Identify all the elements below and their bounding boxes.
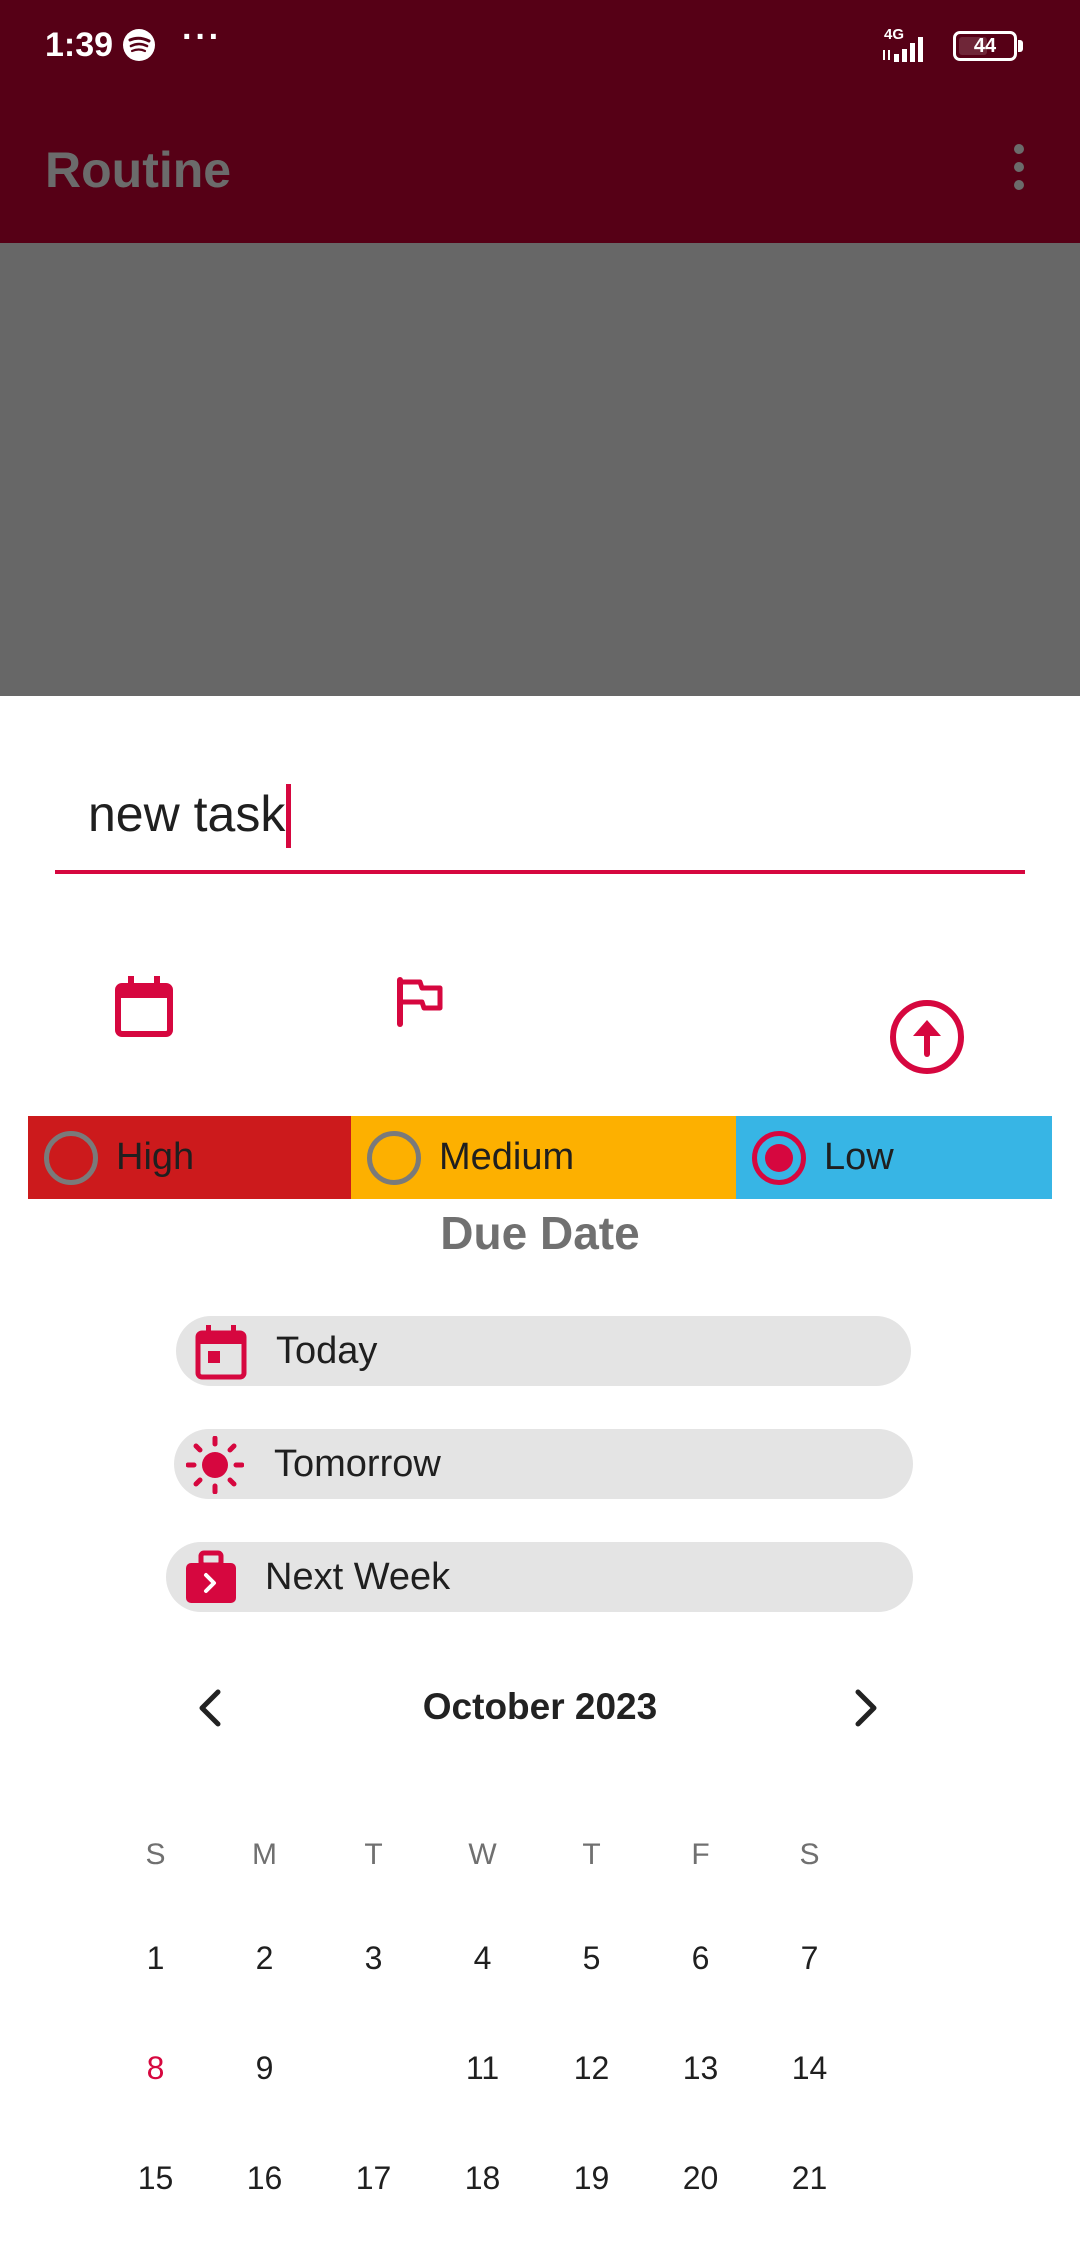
calendar-day-number: 17 (355, 2160, 392, 2196)
calendar-day[interactable]: 15 (101, 2143, 210, 2213)
radio-low[interactable] (752, 1131, 806, 1185)
quick-today-button[interactable]: Today (176, 1316, 911, 1386)
more-vert-icon[interactable] (1006, 139, 1032, 195)
radio-medium[interactable] (367, 1131, 421, 1185)
calendar-day[interactable]: 18 (428, 2143, 537, 2213)
spotify-icon (123, 29, 155, 61)
calendar-day[interactable]: 19 (537, 2143, 646, 2213)
calendar-day[interactable]: 9 (210, 2033, 319, 2103)
weekday-label: S (145, 1838, 166, 1871)
quick-tomorrow-button[interactable]: Tomorrow (174, 1429, 913, 1499)
calendar-day[interactable]: 11 (428, 2033, 537, 2103)
weekday-label: F (691, 1838, 710, 1871)
calendar-weekday-header: S M T W T F S (101, 1838, 863, 1878)
calendar-day-number: 6 (691, 1940, 710, 1976)
status-more-icon: ··· (182, 18, 222, 56)
status-bar: 1:39 ··· 4G 44 (0, 0, 1080, 95)
calendar-today-icon (195, 1325, 247, 1380)
due-date-title: Due Date (440, 1207, 640, 1259)
add-task-sheet: High Medium Low Due Date Today Tomorrow (0, 696, 1080, 2246)
battery-tip (1018, 40, 1023, 52)
app-title: Routine (45, 142, 232, 198)
send-arrow-up-icon[interactable] (888, 998, 966, 1076)
calendar-day[interactable]: 14 (755, 2033, 864, 2103)
calendar-day-number: 15 (137, 2160, 174, 2196)
weekday-label: S (799, 1838, 820, 1871)
calendar-day-number: 19 (573, 2160, 610, 2196)
calendar-day-number: 14 (791, 2050, 828, 2086)
flag-icon[interactable] (390, 972, 450, 1032)
status-time: 1:39 (45, 26, 114, 64)
quick-today-label: Today (276, 1330, 378, 1372)
calendar-day[interactable]: 16 (210, 2143, 319, 2213)
priority-medium-option[interactable]: Medium (351, 1116, 736, 1199)
calendar-day-number: 7 (800, 1940, 819, 1976)
calendar-day-number: 21 (791, 2160, 828, 2196)
text-caret (286, 784, 291, 848)
radio-high[interactable] (44, 1131, 98, 1185)
quick-next-week-button[interactable]: Next Week (166, 1542, 913, 1612)
quick-next-week-label: Next Week (265, 1556, 451, 1598)
priority-low-label: Low (824, 1136, 894, 1178)
calendar-day-number: 16 (246, 2160, 283, 2196)
quick-tomorrow-label: Tomorrow (274, 1443, 441, 1485)
chevron-right-icon[interactable] (846, 1686, 886, 1730)
task-input[interactable] (88, 774, 988, 854)
briefcase-icon (186, 1550, 236, 1603)
calendar-day[interactable]: 12 (537, 2033, 646, 2103)
calendar-day[interactable]: 8 (101, 2033, 210, 2103)
priority-medium-label: Medium (439, 1136, 575, 1178)
calendar-day-number: 2 (255, 1940, 274, 1976)
calendar-day[interactable]: 17 (319, 2143, 428, 2213)
calendar-day-number: 3 (364, 1940, 383, 1976)
calendar-day[interactable]: 3 (319, 1923, 428, 1993)
calendar-day[interactable]: 4 (428, 1923, 537, 1993)
calendar-day-number: 12 (573, 2050, 610, 2086)
calendar-day-number: 13 (682, 2050, 719, 2086)
calendar-day[interactable]: 20 (646, 2143, 755, 2213)
calendar-month-label: October 2023 (422, 1686, 658, 1727)
sun-icon (186, 1436, 244, 1494)
calendar-day[interactable]: 21 (755, 2143, 864, 2213)
calendar-day-number: 20 (682, 2160, 719, 2196)
app-bar: Routine (0, 95, 1080, 243)
calendar-day[interactable]: 5 (537, 1923, 646, 1993)
calendar-day[interactable]: 13 (646, 2033, 755, 2103)
calendar-day-number: 4 (473, 1940, 492, 1976)
calendar-day-number: 11 (465, 2050, 500, 2086)
calendar-day-number: 10 (355, 2050, 392, 2086)
calendar-day-grid: 1 2 3 4 5 6 7 8 9 10 11 12 13 14 15 16 17 18 19 20 21 (101, 1940, 864, 2246)
calendar-icon[interactable] (112, 974, 182, 1044)
input-underline (55, 870, 1025, 874)
calendar-day[interactable]: 6 (646, 1923, 755, 1993)
calendar-day[interactable]: 2 (210, 1923, 319, 1993)
calendar-day-number: 18 (464, 2160, 501, 2196)
calendar-day[interactable]: 7 (755, 1923, 864, 1993)
weekday-label: T (364, 1838, 383, 1871)
signal-icon (883, 37, 923, 62)
priority-high-option[interactable]: High (28, 1116, 351, 1199)
priority-low-option[interactable]: Low (736, 1116, 1052, 1199)
calendar-day-number: 1 (146, 1940, 165, 1976)
calendar-day-number: 9 (255, 2050, 274, 2086)
weekday-label: T (582, 1838, 601, 1871)
calendar-day[interactable]: 1 (101, 1923, 210, 1993)
battery-icon: 44 (953, 31, 1017, 61)
calendar-day-number: 8 (146, 2050, 165, 2086)
battery-text: 44 (973, 35, 997, 57)
calendar-day-number: 5 (582, 1940, 601, 1976)
calendar-day-selected[interactable]: 10 (318, 2013, 429, 2123)
priority-high-label: High (116, 1136, 195, 1178)
weekday-label: M (252, 1838, 277, 1871)
modal-scrim[interactable] (0, 243, 1080, 696)
weekday-label: W (468, 1838, 497, 1871)
